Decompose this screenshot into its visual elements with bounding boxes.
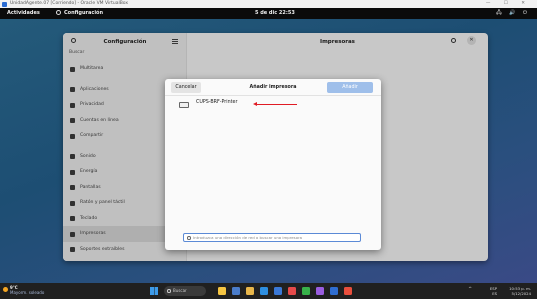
tray-indicators[interactable]: ^ (468, 287, 475, 292)
chrome-icon[interactable] (302, 287, 310, 295)
virtualbox-icon (2, 1, 7, 7)
search-icon (167, 289, 171, 293)
printer-address-field[interactable] (183, 233, 361, 242)
edge-icon[interactable] (260, 287, 268, 295)
vbox-window-title: UnidadAgente.07 [Corriendo] - Oracle VM … (10, 1, 129, 6)
file-explorer-icon[interactable] (246, 287, 254, 295)
printer-name: CUPS-BRF-Printer (196, 100, 238, 105)
virtualbox-icon[interactable] (330, 287, 338, 295)
annotation-arrow (253, 101, 297, 107)
add-button[interactable]: Añadir (327, 82, 373, 93)
vbox-title-bar: UnidadAgente.07 [Corriendo] - Oracle VM … (0, 0, 537, 8)
gear-icon (56, 9, 61, 15)
lang-line2: ES (492, 291, 497, 296)
app-menu-label: Configuración (64, 10, 104, 16)
sun-icon (3, 287, 8, 292)
taskbar-clock[interactable]: 10:53 p. m. 5/12/2024 (509, 286, 531, 296)
window-controls[interactable]: — ☐ ✕ (486, 0, 531, 8)
app-icon[interactable] (288, 287, 296, 295)
windows-start-icon[interactable] (150, 287, 158, 295)
taskbar-search-label: Buscar (173, 288, 187, 293)
weather-desc: Mayorm. soleado (10, 290, 45, 295)
settings-window: Configuración Buscar Multitarea Aplicaci… (63, 33, 488, 261)
app-icon[interactable] (344, 287, 352, 295)
system-tray[interactable]: 🖧 🔊 ⏻ (496, 8, 530, 19)
language-indicator[interactable]: ESP ES (490, 286, 497, 296)
printer-icon (179, 102, 189, 108)
widgets-icon[interactable] (218, 287, 226, 295)
store-icon[interactable] (274, 287, 282, 295)
gnome-top-bar: Actividades Configuración 5 de dic 22:53… (0, 8, 537, 19)
weather-widget[interactable]: 9°C Mayorm. soleado (3, 285, 45, 295)
search-icon (187, 236, 191, 240)
taskbar-date: 5/12/2024 (511, 291, 531, 296)
printer-address-input[interactable] (193, 234, 359, 241)
dialog-header: Cancelar Añadir impresora Añadir (165, 79, 381, 96)
app-menu[interactable]: Configuración (56, 8, 103, 19)
taskbar-search[interactable]: Buscar (164, 286, 206, 296)
app-icon[interactable] (316, 287, 324, 295)
add-printer-dialog: Cancelar Añadir impresora Añadir CUPS-BR… (165, 79, 381, 250)
task-view-icon[interactable] (232, 287, 240, 295)
windows-taskbar: 9°C Mayorm. soleado Buscar ^ ESP ES 10:5… (0, 283, 537, 299)
desktop: Configuración Buscar Multitarea Aplicaci… (0, 19, 537, 283)
activities-button[interactable]: Actividades (7, 8, 40, 19)
clock[interactable]: 5 de dic 22:53 (255, 8, 295, 19)
